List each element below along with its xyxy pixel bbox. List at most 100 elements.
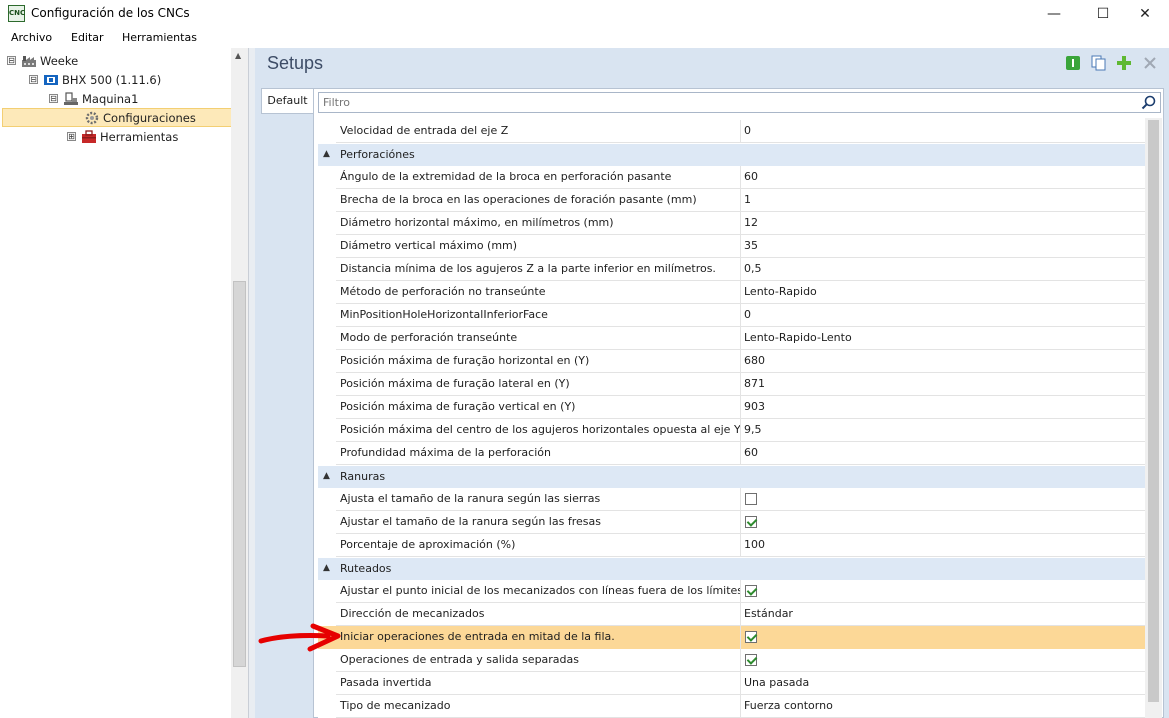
property-row[interactable]: Profundidad máxima de la perforación 60 [318, 442, 1145, 465]
property-value[interactable]: 12 [741, 212, 1145, 235]
collapse-icon[interactable]: ⊟ [7, 56, 16, 65]
tree-label: Herramientas [100, 129, 179, 144]
property-name: Velocidad de entrada del eje Z [336, 120, 741, 143]
property-row[interactable]: Porcentaje de aproximación (%) 100 [318, 534, 1145, 557]
property-value[interactable]: Lento-Rapido [741, 281, 1145, 304]
category-perforaciones[interactable]: ▲ Perforaciónes [318, 144, 1145, 166]
menu-editar[interactable]: Editar [71, 31, 104, 44]
checkbox-checked[interactable] [745, 654, 757, 666]
property-row[interactable]: Ajusta el tamaño de la ranura según las … [318, 488, 1145, 511]
property-name: Modo de perforación transeúnte [336, 327, 741, 350]
property-value[interactable]: 680 [741, 350, 1145, 373]
collapse-icon[interactable]: ⊟ [29, 75, 38, 84]
property-row-highlighted[interactable]: Iniciar operaciones de entrada en mitad … [318, 626, 1145, 649]
property-row[interactable]: Diámetro vertical máximo (mm) 35 [318, 235, 1145, 258]
filter-box[interactable] [318, 92, 1161, 113]
checkbox[interactable] [745, 493, 757, 505]
category-ranuras[interactable]: ▲ Ranuras [318, 466, 1145, 488]
category-label: Ranuras [340, 470, 386, 483]
property-name: Posición máxima del centro de los agujer… [336, 419, 741, 442]
property-name: Ajustar el punto inicial de los mecaniza… [336, 580, 741, 603]
cnc-machine-icon [43, 73, 59, 87]
collapse-icon[interactable]: ⊟ [49, 94, 58, 103]
expand-icon[interactable]: ⊞ [67, 132, 76, 141]
property-value[interactable]: Fuerza contorno [741, 695, 1145, 718]
property-row[interactable]: Método de perforación no transeúnte Lento… [318, 281, 1145, 304]
property-value[interactable]: 871 [741, 373, 1145, 396]
scroll-up-icon[interactable]: ▲ [235, 51, 241, 60]
property-row[interactable]: Posición máxima del centro de los agujer… [318, 419, 1145, 442]
property-value[interactable]: Lento-Rapido-Lento [741, 327, 1145, 350]
property-row[interactable]: Tipo de mecanizado Fuerza contorno [318, 695, 1145, 718]
property-value[interactable]: 60 [741, 166, 1145, 189]
property-name: Operaciones de entrada y salida separada… [336, 649, 741, 672]
property-value[interactable]: 9,5 [741, 419, 1145, 442]
property-name: Ángulo de la extremidad de la broca en p… [336, 166, 741, 189]
close-button[interactable]: ✕ [1122, 0, 1168, 27]
property-grid: Velocidad de entrada del eje Z 0 ▲ Perfo… [318, 118, 1145, 718]
property-value[interactable]: 35 [741, 235, 1145, 258]
property-value[interactable]: 0 [741, 120, 1145, 143]
tree-item-bhx500[interactable]: ⊟ BHX 500 (1.11.6) [29, 70, 161, 89]
property-value[interactable]: 1 [741, 189, 1145, 212]
property-row[interactable]: Posición máxima de furação vertical en (… [318, 396, 1145, 419]
factory-icon [21, 54, 37, 68]
property-row[interactable]: MinPositionHoleHorizontalInferiorFace 0 [318, 304, 1145, 327]
property-row[interactable]: Ajustar el punto inicial de los mecaniza… [318, 580, 1145, 603]
property-name: Diámetro vertical máximo (mm) [336, 235, 741, 258]
machine-icon [63, 91, 79, 106]
maximize-button[interactable]: ☐ [1080, 0, 1126, 27]
filter-input[interactable] [319, 93, 1119, 112]
category-label: Ruteados [340, 562, 392, 575]
property-value[interactable]: Estándar [741, 603, 1145, 626]
info-icon[interactable] [1065, 55, 1081, 71]
property-name: Dirección de mecanizados [336, 603, 741, 626]
property-row[interactable]: Distancia mínima de los agujeros Z a la … [318, 258, 1145, 281]
menu-herramientas[interactable]: Herramientas [122, 31, 197, 44]
property-value[interactable]: 903 [741, 396, 1145, 419]
collapse-icon[interactable]: ▲ [323, 471, 330, 481]
property-row[interactable]: Ángulo de la extremidad de la broca en p… [318, 166, 1145, 189]
property-row[interactable]: Ajustar el tamaño de la ranura según las… [318, 511, 1145, 534]
delete-icon[interactable] [1142, 55, 1158, 71]
property-name: Posición máxima de furação lateral en (Y… [336, 373, 741, 396]
property-row[interactable]: Dirección de mecanizados Estándar [318, 603, 1145, 626]
grid-scrollbar-thumb[interactable] [1148, 120, 1159, 702]
tree-item-weeke[interactable]: ⊟ Weeke [7, 51, 78, 70]
tree-item-maquina1[interactable]: ⊟ Maquina1 [49, 89, 138, 108]
tree-label: Maquina1 [82, 91, 139, 106]
property-name: Iniciar operaciones de entrada en mitad … [336, 626, 741, 649]
tree-scrollbar-thumb[interactable] [233, 281, 246, 667]
copy-icon[interactable] [1091, 55, 1107, 71]
property-row[interactable]: Pasada invertida Una pasada [318, 672, 1145, 695]
property-value[interactable]: Una pasada [741, 672, 1145, 695]
tab-default[interactable]: Default [261, 88, 313, 114]
property-value[interactable]: 0,5 [741, 258, 1145, 281]
window-title: Configuración de los CNCs [31, 6, 190, 20]
property-row[interactable]: Operaciones de entrada y salida separada… [318, 649, 1145, 672]
property-value[interactable]: 100 [741, 534, 1145, 557]
property-value[interactable]: 0 [741, 304, 1145, 327]
property-row[interactable]: Modo de perforación transeúnte Lento-Rapi… [318, 327, 1145, 350]
property-row[interactable]: Brecha de la broca en las operaciones de… [318, 189, 1145, 212]
property-row[interactable]: Diámetro horizontal máximo, en milímetro… [318, 212, 1145, 235]
tree-item-configuraciones[interactable]: Configuraciones [84, 108, 196, 127]
minimize-button[interactable]: — [1031, 0, 1077, 27]
tree-item-herramientas[interactable]: ⊞ Herramientas [67, 127, 178, 146]
property-row[interactable]: Velocidad de entrada del eje Z 0 [318, 120, 1145, 143]
category-ruteados[interactable]: ▲ Ruteados [318, 558, 1145, 580]
search-icon[interactable] [1141, 95, 1156, 110]
property-name: Ajusta el tamaño de la ranura según las … [336, 488, 741, 511]
app-icon: CNC [8, 5, 25, 22]
add-icon[interactable] [1116, 55, 1132, 71]
property-name: Posición máxima de furação horizontal en… [336, 350, 741, 373]
menu-archivo[interactable]: Archivo [11, 31, 52, 44]
collapse-icon[interactable]: ▲ [323, 149, 330, 159]
property-row[interactable]: Posición máxima de furação lateral en (Y… [318, 373, 1145, 396]
collapse-icon[interactable]: ▲ [323, 563, 330, 573]
checkbox-checked[interactable] [745, 585, 757, 597]
checkbox-checked[interactable] [745, 516, 757, 528]
checkbox-checked[interactable] [745, 631, 757, 643]
property-row[interactable]: Posición máxima de furação horizontal en… [318, 350, 1145, 373]
property-value[interactable]: 60 [741, 442, 1145, 465]
